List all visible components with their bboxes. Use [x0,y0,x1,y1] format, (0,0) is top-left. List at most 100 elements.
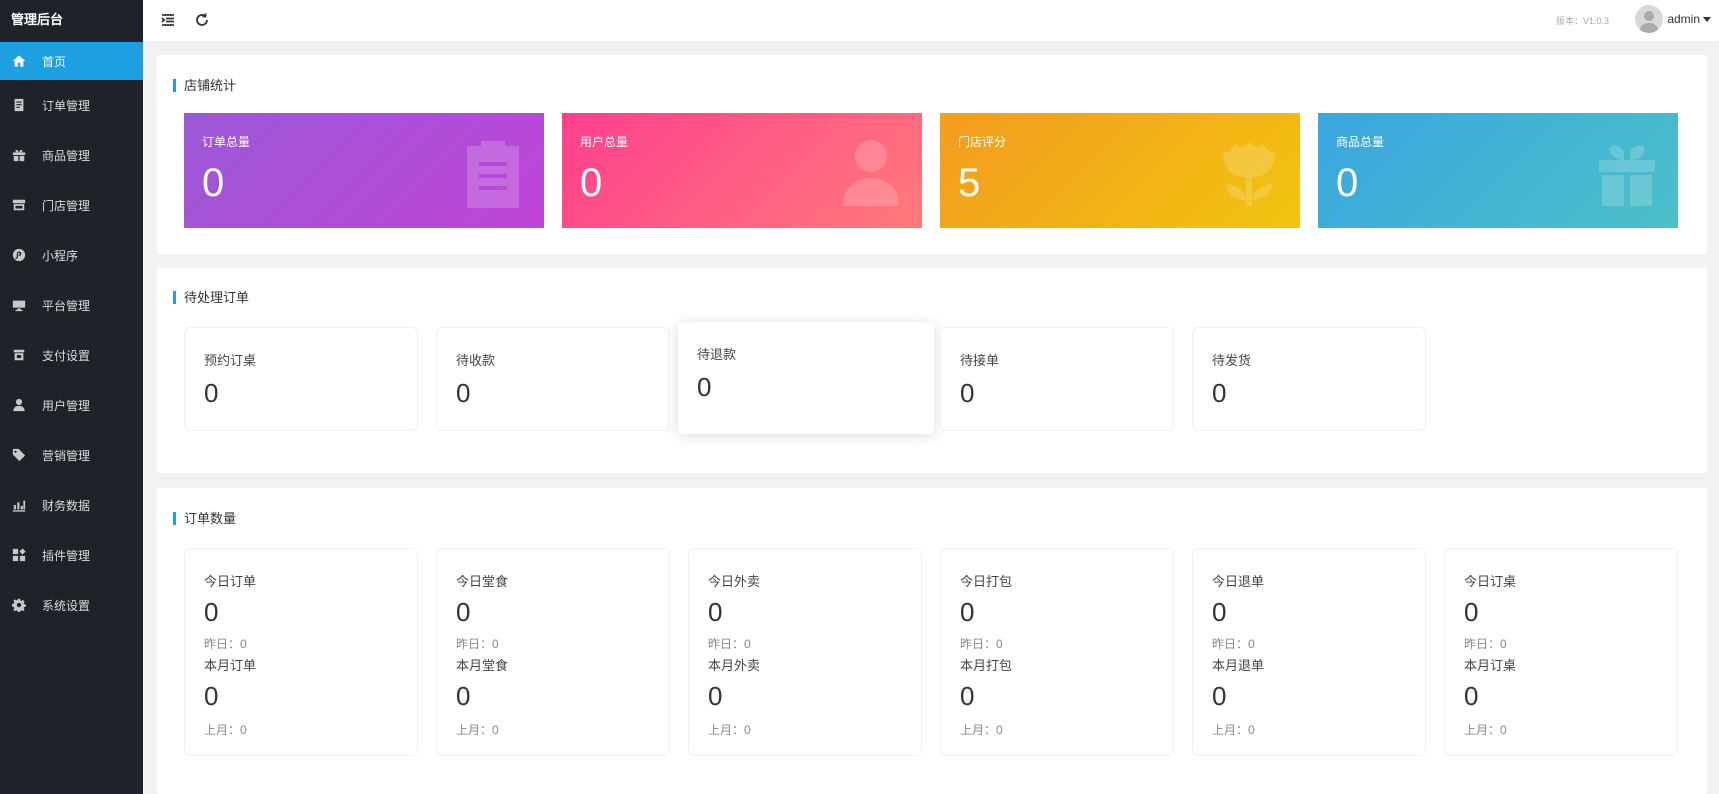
last-month-text: 上月：0 [1464,723,1507,737]
stat-label: 用户总量 [580,135,629,149]
version-text: 版本：V1.0.3 [1555,16,1609,26]
order-count-card-takeaway[interactable]: 今日打包 0 昨日：0 本月打包 0 上月：0 [940,548,1174,756]
pending-card-refund[interactable]: 待退款 0 [678,322,934,434]
user-name: admin [1667,12,1700,26]
order-counts-panel: 订单数量 今日订单 0 昨日：0 本月订单 0 上月：0 今日堂食 0 昨日：0… [157,488,1707,794]
month-label: 本月外卖 [708,658,761,673]
sidebar: 管理后台 首页 订单管理 商品管理 门店管理 小程序 平台管理 支付设置 用户管… [0,0,143,794]
today-value: 0 [960,597,975,627]
stat-card-products[interactable]: 商品总量 0 [1318,113,1678,228]
user-menu[interactable]: admin [1635,4,1711,34]
pending-card-payment[interactable]: 待收款 0 [436,327,670,431]
sidebar-item-payment[interactable]: 支付设置 [0,330,143,380]
month-value: 0 [456,681,471,711]
store-stats-panel: 店铺统计 订单总量 0 用户总量 0 门店评分 5 商品总量 0 [157,55,1707,254]
card-label: 待收款 [456,353,496,368]
last-month-text: 上月：0 [204,723,247,737]
stat-value: 0 [1336,161,1359,205]
sidebar-item-label: 系统设置 [42,598,91,613]
card-label: 待发货 [1212,353,1252,368]
plugin-icon [12,548,26,562]
today-value: 0 [708,597,723,627]
refresh-button[interactable] [191,9,213,31]
sidebar-item-label: 订单管理 [42,98,91,113]
last-month-text: 上月：0 [960,723,1003,737]
order-count-card-dinein[interactable]: 今日堂食 0 昨日：0 本月堂食 0 上月：0 [436,548,670,756]
pending-card-ship[interactable]: 待发货 0 [1192,327,1426,431]
sidebar-item-plugins[interactable]: 插件管理 [0,530,143,580]
sidebar-item-products[interactable]: 商品管理 [0,130,143,180]
payment-icon [12,348,26,362]
flower-icon [1218,138,1280,208]
indent-icon [161,14,174,26]
order-count-card-refunds[interactable]: 今日退单 0 昨日：0 本月退单 0 上月：0 [1192,548,1426,756]
card-value: 0 [456,378,471,408]
card-value: 0 [204,378,219,408]
last-month-text: 上月：0 [1212,723,1255,737]
card-label: 待接单 [960,353,1000,368]
yesterday-text: 昨日：0 [1212,637,1255,651]
month-value: 0 [960,681,975,711]
pending-card-reservation[interactable]: 预约订桌 0 [184,327,418,431]
month-value: 0 [708,681,723,711]
gift-icon [1596,138,1658,208]
sidebar-item-marketing[interactable]: 营销管理 [0,430,143,480]
menu-toggle-button[interactable] [157,9,179,31]
card-value: 0 [960,378,975,408]
card-value: 0 [697,372,712,402]
month-value: 0 [204,681,219,711]
sidebar-item-orders[interactable]: 订单管理 [0,80,143,130]
stat-value: 0 [580,161,603,205]
user-icon [840,138,902,208]
last-month-text: 上月：0 [708,723,751,737]
stat-label: 订单总量 [202,135,251,149]
sidebar-item-users[interactable]: 用户管理 [0,380,143,430]
panel-title: 店铺统计 [173,79,236,92]
yesterday-text: 昨日：0 [204,637,247,651]
sidebar-item-home[interactable]: 首页 [0,42,143,80]
monitor-icon [12,298,26,312]
stat-label: 门店评分 [958,135,1007,149]
month-label: 本月打包 [960,658,1013,673]
sidebar-item-platform[interactable]: 平台管理 [0,280,143,330]
card-label: 预约订桌 [204,353,257,368]
home-icon [12,54,26,68]
gear-icon [12,598,26,612]
app-title: 管理后台 [11,12,64,27]
order-icon [12,98,26,112]
sidebar-item-label: 营销管理 [42,448,91,463]
sidebar-item-label: 平台管理 [42,298,91,313]
sidebar-item-label: 小程序 [42,248,79,263]
clipboard-icon [462,138,524,208]
stat-card-users[interactable]: 用户总量 0 [562,113,922,228]
today-label: 今日堂食 [456,574,509,589]
stat-card-orders[interactable]: 订单总量 0 [184,113,544,228]
today-label: 今日打包 [960,574,1013,589]
stat-card-rating[interactable]: 门店评分 5 [940,113,1300,228]
pending-card-accept[interactable]: 待接单 0 [940,327,1174,431]
sidebar-item-label: 商品管理 [42,148,91,163]
month-value: 0 [1212,681,1227,711]
top-header: 版本：V1.0.3 admin [143,0,1719,42]
sidebar-item-label: 门店管理 [42,198,91,213]
yesterday-text: 昨日：0 [1464,637,1507,651]
order-count-card-delivery[interactable]: 今日外卖 0 昨日：0 本月外卖 0 上月：0 [688,548,922,756]
store-icon [12,198,26,212]
today-value: 0 [1464,597,1479,627]
sidebar-item-miniprogram[interactable]: 小程序 [0,230,143,280]
sidebar-item-finance[interactable]: 财务数据 [0,480,143,530]
gift-icon [12,148,26,162]
panel-title: 订单数量 [173,512,236,525]
today-value: 0 [456,597,471,627]
today-value: 0 [204,597,219,627]
order-count-card-reservations[interactable]: 今日订桌 0 昨日：0 本月订桌 0 上月：0 [1444,548,1678,756]
order-count-card-all[interactable]: 今日订单 0 昨日：0 本月订单 0 上月：0 [184,548,418,756]
yesterday-text: 昨日：0 [456,637,499,651]
sidebar-item-settings[interactable]: 系统设置 [0,580,143,630]
sidebar-item-stores[interactable]: 门店管理 [0,180,143,230]
tag-icon [12,448,26,462]
chart-icon [12,498,26,512]
chevron-down-icon [1703,16,1711,22]
refresh-icon [196,13,208,26]
month-label: 本月订单 [204,658,257,673]
